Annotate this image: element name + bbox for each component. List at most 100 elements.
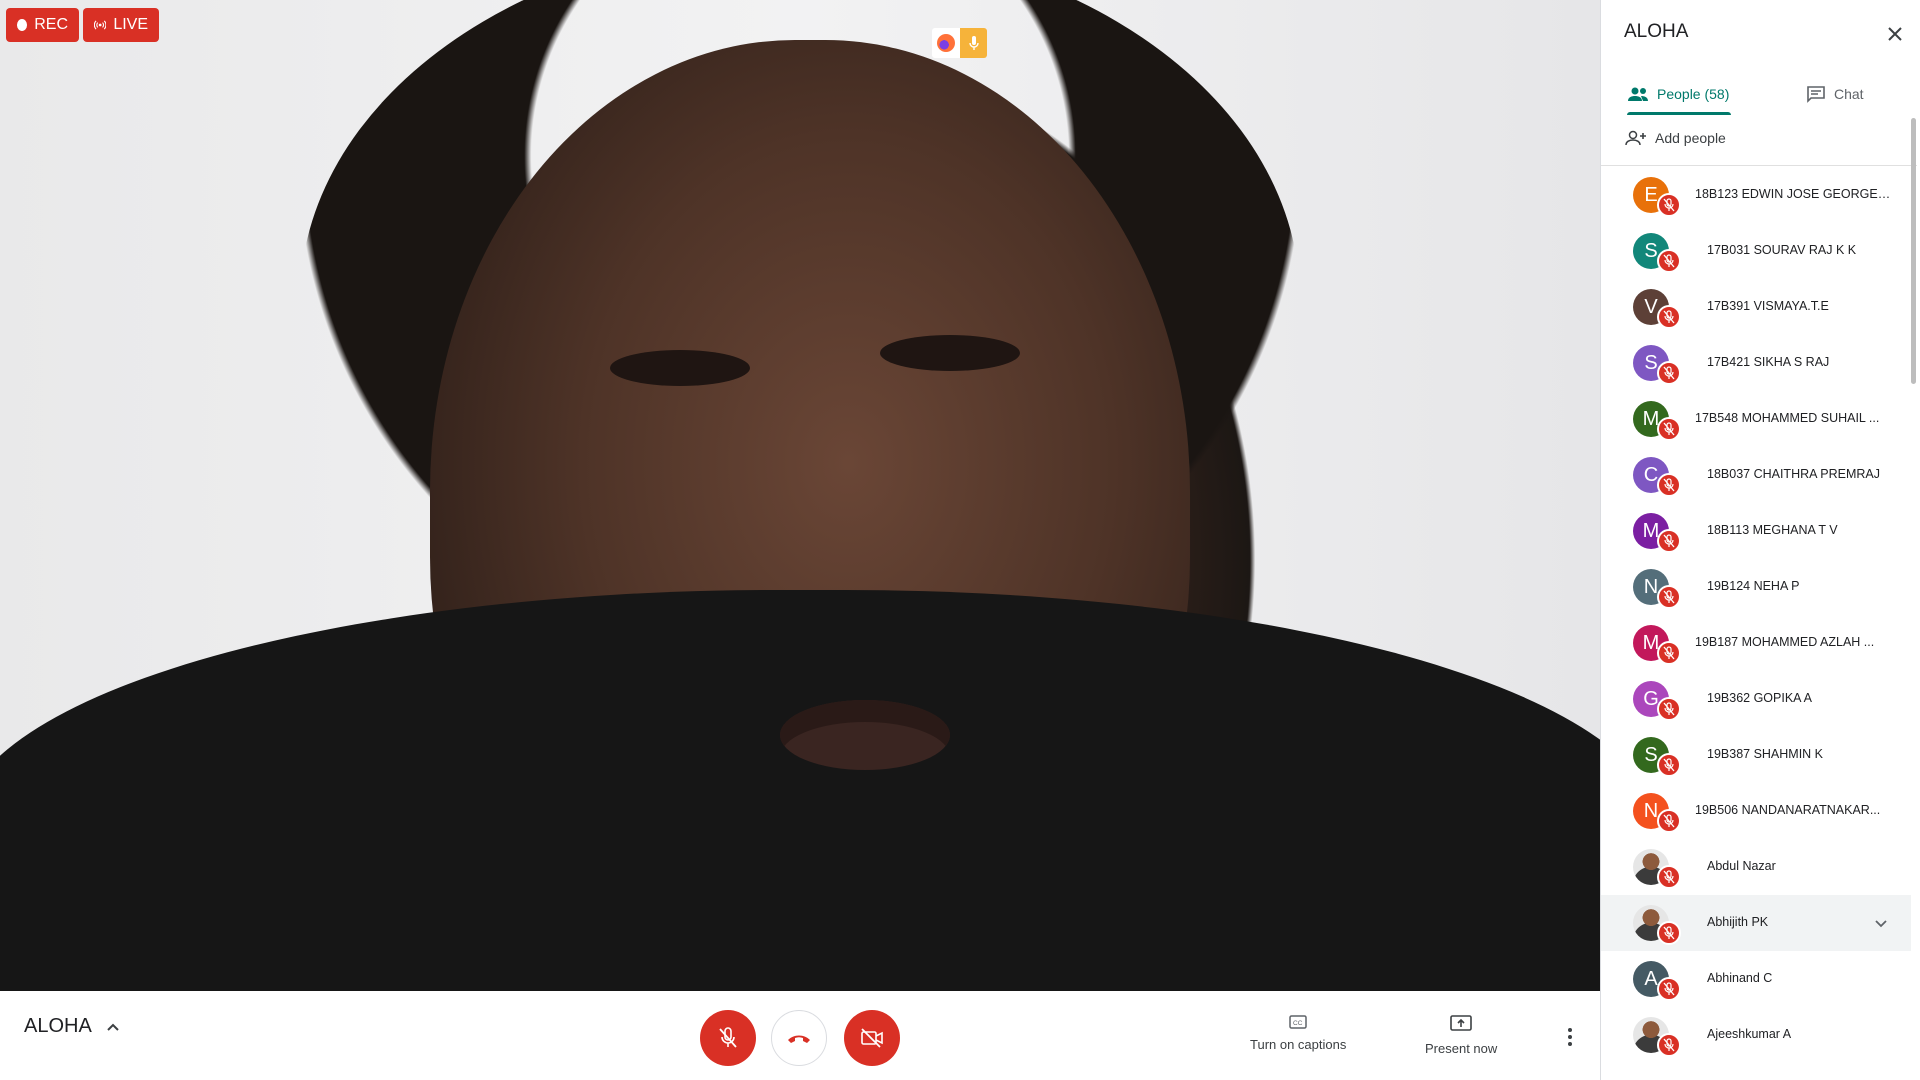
- record-dot-icon: [17, 19, 28, 31]
- panel-tabs: People (58) Chat: [1601, 72, 1920, 116]
- participant-row[interactable]: S 17B031 SOURAV RAJ K K: [1601, 223, 1911, 279]
- participant-row[interactable]: Abhijith PK: [1601, 895, 1911, 951]
- present-screen-icon: [1450, 1015, 1472, 1031]
- mic-off-icon: [1657, 193, 1681, 217]
- mic-off-icon: [1657, 641, 1681, 665]
- participant-name: 19B124 NEHA P: [1707, 579, 1800, 593]
- mic-off-icon: [1657, 417, 1681, 441]
- participant-row[interactable]: M 18B113 MEGHANA T V: [1601, 503, 1911, 559]
- avatar-initial: E: [1644, 183, 1658, 206]
- phone-hangup-icon: [788, 1035, 810, 1043]
- participant-name: Abhinand C: [1707, 971, 1773, 985]
- tab-chat-label: Chat: [1834, 86, 1864, 102]
- participants-scrollbar[interactable]: [1911, 118, 1916, 384]
- mic-icon: [968, 36, 979, 50]
- participant-name: 17B391 VISMAYA.T.E: [1707, 299, 1829, 313]
- avatar-initial: V: [1644, 295, 1658, 318]
- broadcast-icon: [94, 20, 107, 30]
- mic-off-icon: [1657, 977, 1681, 1001]
- avatar-initial: S: [1644, 351, 1658, 374]
- add-people-button[interactable]: Add people: [1625, 130, 1726, 146]
- mic-off-icon: [1657, 921, 1681, 945]
- tab-people-label: People (58): [1657, 86, 1730, 102]
- browser-mic-indicator: [932, 28, 987, 58]
- participant-name: Ajeeshkumar A: [1707, 1027, 1792, 1041]
- videocam-off-icon: [861, 1028, 883, 1048]
- person-add-icon: [1625, 130, 1646, 146]
- participant-name: 19B387 SHAHMIN K: [1707, 747, 1824, 761]
- participant-name: 17B548 MOHAMMED SUHAIL ...: [1695, 411, 1880, 425]
- divider: [1601, 165, 1917, 166]
- mic-off-icon: [1657, 1033, 1681, 1057]
- present-label: Present now: [1425, 1041, 1498, 1056]
- mic-off-icon: [1657, 249, 1681, 273]
- mic-off-icon: [1657, 585, 1681, 609]
- meet-window: REC LIVE ALOHA CC Turn on captions Prese…: [0, 0, 1920, 1080]
- participant-row[interactable]: M 17B548 MOHAMMED SUHAIL ...: [1601, 391, 1911, 447]
- participant-row[interactable]: A Abhinand C: [1601, 951, 1911, 1007]
- svg-text:CC: CC: [1293, 1020, 1303, 1027]
- participant-name: Abhijith PK: [1707, 915, 1769, 929]
- participant-name: 19B362 GOPIKA A: [1707, 691, 1812, 705]
- participant-row[interactable]: Ajeeshkumar A: [1601, 1007, 1911, 1063]
- participant-row[interactable]: Abdul Nazar: [1601, 839, 1911, 895]
- main-video-feed: REC LIVE: [0, 0, 1600, 991]
- participant-name: 19B187 MOHAMMED AZLAH ...: [1695, 635, 1875, 649]
- mic-off-icon: [1657, 809, 1681, 833]
- people-icon: [1628, 87, 1648, 101]
- participant-row[interactable]: N 19B506 NANDANARATNAKAR...: [1601, 783, 1911, 839]
- captions-label: Turn on captions: [1250, 1037, 1347, 1052]
- chevron-up-icon: [107, 1023, 119, 1031]
- meeting-details-toggle[interactable]: ALOHA: [24, 1015, 120, 1038]
- participant-name: 17B421 SIKHA S RAJ: [1707, 355, 1830, 369]
- mic-off-icon: [719, 1027, 737, 1048]
- participant-name: Abdul Nazar: [1707, 859, 1776, 873]
- recording-badge: REC: [6, 8, 79, 42]
- more-options-button[interactable]: [1558, 1019, 1582, 1055]
- captions-button[interactable]: CC Turn on captions: [1250, 1015, 1346, 1052]
- camera-toggle-button[interactable]: [844, 1010, 900, 1066]
- recording-label: REC: [34, 16, 68, 33]
- mic-off-icon: [1657, 361, 1681, 385]
- participant-row[interactable]: C 18B037 CHAITHRA PREMRAJ: [1601, 447, 1911, 503]
- participant-row[interactable]: S 19B387 SHAHMIN K: [1601, 727, 1911, 783]
- mic-off-icon: [1657, 529, 1681, 553]
- meeting-name: ALOHA: [24, 1015, 92, 1037]
- mic-toggle-button[interactable]: [700, 1010, 756, 1066]
- participant-row[interactable]: E 18B123 EDWIN JOSE GEORGE ...: [1601, 167, 1911, 223]
- close-icon[interactable]: [1883, 22, 1907, 46]
- live-label: LIVE: [113, 16, 148, 33]
- avatar-initial: A: [1644, 967, 1658, 990]
- tab-people[interactable]: People (58): [1627, 72, 1729, 116]
- participant-name: 17B031 SOURAV RAJ K K: [1707, 243, 1857, 257]
- live-badge: LIVE: [83, 8, 159, 42]
- details-panel: ALOHA People (58) Chat Add people E 18B12…: [1600, 0, 1920, 1080]
- participant-name: 18B123 EDWIN JOSE GEORGE ...: [1695, 187, 1891, 201]
- leave-call-button[interactable]: [771, 1010, 827, 1066]
- mic-off-icon: [1657, 865, 1681, 889]
- mic-off-icon: [1657, 753, 1681, 777]
- add-people-label: Add people: [1655, 130, 1726, 146]
- control-bar: ALOHA CC Turn on captions Present now: [0, 991, 1600, 1080]
- firefox-icon: [937, 34, 955, 52]
- avatar-initial: S: [1644, 743, 1658, 766]
- avatar-initial: S: [1644, 239, 1658, 262]
- participant-row[interactable]: N 19B124 NEHA P: [1601, 559, 1911, 615]
- present-now-button[interactable]: Present now: [1425, 1015, 1497, 1056]
- participant-name: 19B506 NANDANARATNAKAR...: [1695, 803, 1881, 817]
- chat-icon: [1807, 86, 1825, 103]
- participant-name: 18B113 MEGHANA T V: [1707, 523, 1838, 537]
- participant-row[interactable]: S 17B421 SIKHA S RAJ: [1601, 335, 1911, 391]
- mic-off-icon: [1657, 473, 1681, 497]
- chevron-down-icon[interactable]: [1871, 913, 1891, 933]
- active-tab-indicator: [1627, 112, 1731, 115]
- participant-row[interactable]: M 19B187 MOHAMMED AZLAH ...: [1601, 615, 1911, 671]
- panel-title: ALOHA: [1624, 21, 1689, 42]
- participant-row[interactable]: G 19B362 GOPIKA A: [1601, 671, 1911, 727]
- mic-off-icon: [1657, 305, 1681, 329]
- closed-captions-icon: CC: [1289, 1015, 1307, 1029]
- participant-list: E 18B123 EDWIN JOSE GEORGE ... S 17B031 SOU…: [1601, 167, 1911, 1063]
- tab-chat[interactable]: Chat: [1806, 72, 1864, 116]
- mic-off-icon: [1657, 697, 1681, 721]
- participant-row[interactable]: V 17B391 VISMAYA.T.E: [1601, 279, 1911, 335]
